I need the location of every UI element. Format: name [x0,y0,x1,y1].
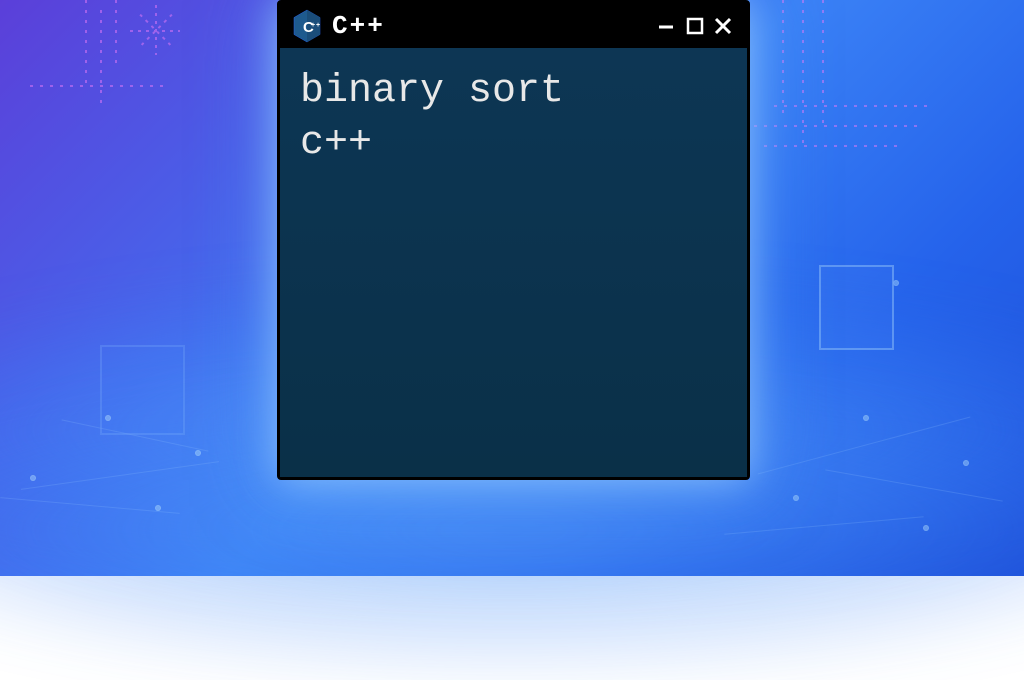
title-bar[interactable]: C + + C++ [280,3,747,48]
cpp-logo-icon: C + + [292,9,322,43]
close-button[interactable] [711,14,735,38]
svg-text:+: + [316,22,320,29]
minimize-button[interactable] [655,14,679,38]
svg-text:+: + [311,22,315,29]
terminal-body[interactable]: binary sort c++ [280,48,747,477]
window-controls [655,14,735,38]
maximize-button[interactable] [683,14,707,38]
window-title: C++ [332,11,385,41]
terminal-content: binary sort c++ [300,66,727,170]
title-left: C + + C++ [292,9,385,43]
terminal-window: C + + C++ binary sort c++ [277,0,750,480]
